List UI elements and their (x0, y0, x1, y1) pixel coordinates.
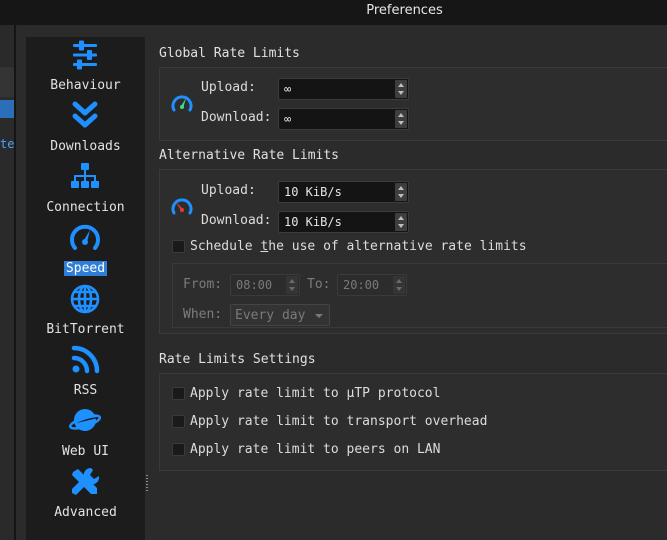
arrow-down-icon[interactable] (398, 194, 404, 198)
window-title: Preferences (366, 3, 443, 18)
from-label: From: (183, 277, 223, 292)
rate-limits-settings-group: Apply rate limit to µTP protocol Apply r… (159, 373, 667, 471)
sliders-icon (73, 40, 97, 70)
when-dropdown[interactable]: Every day (230, 304, 330, 326)
sidebar-item-behaviour[interactable]: Behaviour (26, 39, 145, 100)
preferences-sidebar: Behaviour Downloads Connection Speed Bit… (26, 37, 145, 540)
sidebar-item-webui[interactable]: Web UI (26, 405, 145, 466)
arrow-down-icon[interactable] (398, 121, 404, 125)
peers-lan-label[interactable]: Apply rate limit to peers on LAN (190, 442, 440, 457)
alternative-upload-stepper[interactable] (395, 183, 407, 201)
global-download-label: Download: (201, 110, 272, 125)
network-icon (71, 163, 99, 188)
rate-limits-settings-title: Rate Limits Settings (159, 352, 316, 367)
arrow-up-icon[interactable] (289, 279, 295, 283)
alternative-download-stepper[interactable] (395, 213, 407, 231)
rss-icon (71, 345, 100, 374)
to-time-value: 20:00 (343, 278, 380, 292)
sidebar-item-label: Connection (46, 200, 125, 215)
arrow-down-icon[interactable] (398, 224, 404, 228)
background-window: te (0, 25, 18, 540)
schedule-label[interactable]: Schedule the use of alternative rate lim… (190, 239, 527, 254)
transport-overhead-label[interactable]: Apply rate limit to transport overhead (190, 414, 487, 429)
alternative-upload-label: Upload: (201, 183, 256, 198)
arrow-down-icon[interactable] (396, 287, 402, 291)
utp-label[interactable]: Apply rate limit to µTP protocol (190, 386, 440, 401)
global-download-stepper[interactable] (395, 110, 407, 128)
alternative-speed-gauge-icon (171, 198, 193, 215)
global-download-spinbox[interactable]: ∞ (278, 108, 409, 130)
when-label: When: (183, 307, 223, 322)
sidebar-item-label: RSS (73, 383, 98, 398)
global-upload-value: ∞ (284, 82, 292, 96)
global-rate-limits-title: Global Rate Limits (159, 46, 300, 61)
arrow-up-icon[interactable] (398, 83, 404, 87)
sidebar-item-rss[interactable]: RSS (26, 344, 145, 405)
arrow-down-icon[interactable] (289, 287, 295, 291)
schedule-label-pre: Schedule (190, 239, 261, 254)
global-upload-stepper[interactable] (395, 80, 407, 98)
speedometer-icon (70, 224, 100, 250)
background-panel (0, 67, 14, 97)
alternative-download-value: 10 KiB/s (284, 215, 342, 229)
from-time-spinbox[interactable]: 08:00 (230, 274, 300, 296)
arrow-down-icon[interactable] (398, 91, 404, 95)
chevron-down-icon[interactable] (315, 314, 323, 318)
sidebar-item-label: Web UI (62, 444, 109, 459)
globe-icon (70, 284, 100, 314)
sidebar-item-label: Advanced (54, 505, 117, 520)
peers-lan-checkbox[interactable] (172, 443, 185, 456)
schedule-checkbox[interactable] (172, 240, 185, 253)
sidebar-item-downloads[interactable]: Downloads (26, 100, 145, 161)
when-value: Every day (235, 308, 306, 323)
background-divider (14, 25, 16, 540)
to-label: To: (307, 277, 331, 292)
sidebar-item-label: Speed (63, 261, 108, 276)
utp-checkbox[interactable] (172, 387, 185, 400)
global-upload-spinbox[interactable]: ∞ (278, 78, 409, 100)
sidebar-item-label: Downloads (50, 139, 121, 154)
from-time-stepper[interactable] (286, 276, 298, 294)
global-upload-label: Upload: (201, 80, 256, 95)
schedule-label-post: he use of alternative rate limits (268, 239, 527, 254)
global-rate-limits-group: Upload: ∞ Download: ∞ (159, 67, 667, 141)
transport-overhead-checkbox[interactable] (172, 415, 185, 428)
sidebar-item-label: BitTorrent (46, 322, 125, 337)
sidebar-item-advanced[interactable]: Advanced (26, 466, 145, 527)
alternative-download-label: Download: (201, 213, 272, 228)
splitter-handle[interactable] (146, 475, 148, 491)
tools-icon (72, 467, 100, 495)
alternative-rate-limits-title: Alternative Rate Limits (159, 148, 340, 163)
arrow-up-icon[interactable] (398, 113, 404, 117)
title-bar: Preferences (0, 0, 667, 25)
planet-icon (69, 409, 101, 431)
sidebar-item-bittorrent[interactable]: BitTorrent (26, 283, 145, 344)
schedule-group: From: 08:00 To: 20:00 When: Every day (172, 263, 667, 328)
sidebar-item-connection[interactable]: Connection (26, 161, 145, 222)
alternative-download-spinbox[interactable]: 10 KiB/s (278, 211, 409, 233)
arrow-up-icon[interactable] (398, 216, 404, 220)
alternative-rate-limits-group: Upload: 10 KiB/s Download: 10 KiB/s Sche… (159, 169, 667, 334)
from-time-value: 08:00 (236, 278, 273, 292)
sidebar-item-speed[interactable]: Speed (26, 222, 145, 283)
global-download-value: ∞ (284, 112, 292, 126)
to-time-spinbox[interactable]: 20:00 (337, 274, 407, 296)
global-speed-gauge-icon (171, 95, 193, 112)
to-time-stepper[interactable] (393, 276, 405, 294)
sidebar-item-label: Behaviour (50, 78, 121, 93)
alternative-upload-spinbox[interactable]: 10 KiB/s (278, 181, 409, 203)
speed-settings-pane: Global Rate Limits Upload: ∞ Download: ∞… (149, 37, 667, 540)
background-selection (0, 100, 14, 118)
double-chevron-down-icon (72, 101, 98, 128)
arrow-up-icon[interactable] (398, 186, 404, 190)
arrow-up-icon[interactable] (396, 279, 402, 283)
alternative-upload-value: 10 KiB/s (284, 185, 342, 199)
